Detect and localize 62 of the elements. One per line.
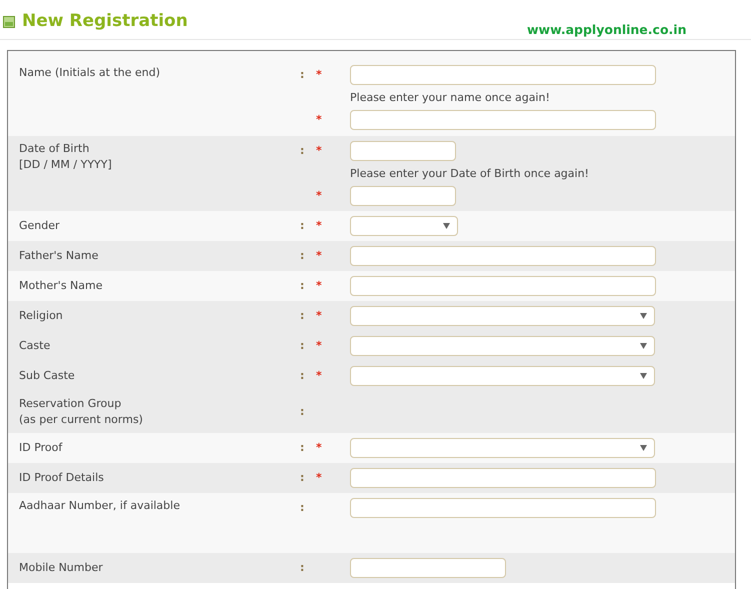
text-field[interactable] — [350, 141, 456, 161]
required-mark: * — [316, 248, 323, 264]
field-label: ID Proof — [19, 440, 64, 456]
field-label: Date of Birth [DD / MM / YYYY] — [19, 141, 113, 173]
field-label: ID Proof Details — [19, 470, 105, 486]
required-mark: * — [316, 470, 323, 486]
field-label: Sub Caste — [19, 368, 76, 384]
field-label: Gender — [19, 218, 61, 234]
field-label: Religion — [19, 308, 64, 324]
colon: : — [300, 248, 306, 264]
text-field[interactable] — [350, 186, 456, 206]
page-title: New Registration — [22, 10, 188, 30]
required-mark: * — [316, 218, 323, 234]
required-mark: * — [316, 278, 323, 294]
colon: : — [300, 67, 306, 83]
field-label: Mother's Name — [19, 278, 104, 294]
caret-icon — [640, 373, 647, 379]
field-label: Reservation Group (as per current norms) — [19, 396, 144, 428]
square-icon — [3, 16, 15, 28]
text-field[interactable] — [350, 246, 656, 266]
hint-text: Please enter your name once again! — [350, 90, 551, 106]
required-mark: * — [316, 143, 323, 159]
required-mark: * — [316, 338, 323, 354]
colon: : — [300, 278, 306, 294]
text-field[interactable] — [350, 498, 656, 518]
text-field[interactable] — [350, 110, 656, 130]
dropdown[interactable] — [350, 336, 655, 356]
colon: : — [300, 500, 306, 516]
colon: : — [300, 404, 306, 420]
required-mark: * — [316, 308, 323, 324]
text-field[interactable] — [350, 65, 656, 85]
site-url: www.applyonline.co.in — [527, 22, 686, 37]
text-field[interactable] — [350, 276, 656, 296]
field-label: Aadhaar Number, if available — [19, 498, 181, 514]
caret-icon — [640, 445, 647, 451]
colon: : — [300, 368, 306, 384]
required-mark: * — [316, 67, 323, 83]
required-mark: * — [316, 440, 323, 456]
dropdown[interactable] — [350, 216, 458, 236]
dropdown[interactable] — [350, 438, 655, 458]
text-field[interactable] — [350, 558, 506, 578]
dropdown[interactable] — [350, 306, 655, 326]
field-label: Caste — [19, 338, 52, 354]
field-label: Name (Initials at the end) — [19, 65, 162, 81]
text-field[interactable] — [350, 468, 656, 488]
colon: : — [300, 560, 306, 576]
field-label: Father's Name — [19, 248, 100, 264]
required-mark: * — [316, 112, 323, 128]
colon: : — [300, 440, 306, 456]
colon: : — [300, 338, 306, 354]
field-label: Mobile Number — [19, 560, 104, 576]
dropdown[interactable] — [350, 366, 655, 386]
required-mark: * — [316, 368, 323, 384]
caret-icon — [443, 223, 450, 229]
colon: : — [300, 308, 306, 324]
colon: : — [300, 143, 306, 159]
colon: : — [300, 218, 306, 234]
caret-icon — [640, 313, 647, 319]
caret-icon — [640, 343, 647, 349]
required-mark: * — [316, 188, 323, 204]
colon: : — [300, 470, 306, 486]
hint-text: Please enter your Date of Birth once again! — [350, 166, 590, 182]
